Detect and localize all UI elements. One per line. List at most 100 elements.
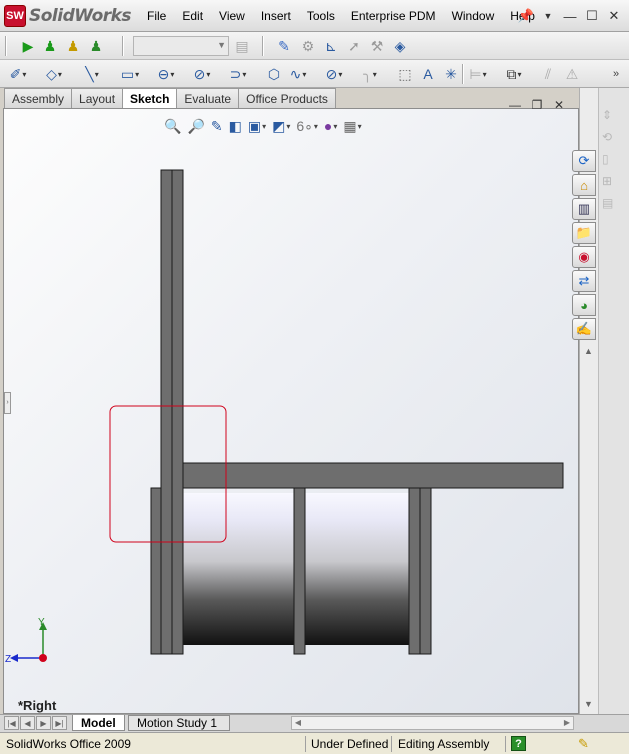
help-icon[interactable]: ? <box>511 736 526 751</box>
ellipse-icon[interactable]: ⊘ ▾ <box>324 64 344 84</box>
circle-icon[interactable]: ⊘ ▾ <box>192 64 212 84</box>
mirror-icon[interactable]: ⊨ ▾ <box>468 64 488 84</box>
right-plate-front[interactable] <box>408 487 421 655</box>
configuration-combo[interactable]: ▼ <box>133 36 229 56</box>
view-palette-icon[interactable]: ⇄ <box>572 270 596 292</box>
spline-icon[interactable]: ∿ ▾ <box>288 64 308 84</box>
assembly-features-icon[interactable]: ⚒ <box>367 36 387 56</box>
previous-tab-icon[interactable]: ◀ <box>20 716 35 730</box>
scroll-up-icon[interactable]: ▲ <box>580 343 597 359</box>
toolbar-separator <box>122 36 124 56</box>
smart-dimension-icon[interactable]: ⊾ <box>321 36 341 56</box>
toolbar-overflow-icon[interactable]: » <box>606 64 626 84</box>
offset-icon[interactable]: ⧉ ▾ <box>504 64 524 84</box>
view-orientation-icon[interactable]: ▣ ▾ <box>246 118 268 135</box>
doc-restore-button[interactable]: ❐ <box>526 96 548 114</box>
zoom-to-area-icon[interactable]: 🔎 <box>185 118 206 135</box>
edit-component-icon[interactable]: ✎ <box>274 36 294 56</box>
menu-file[interactable]: File <box>139 9 174 23</box>
horizontal-scrollbar[interactable]: ◀ ▶ <box>291 716 574 730</box>
toolbar-separator <box>462 64 464 84</box>
solidworks-resources-icon[interactable]: ⟳ <box>572 150 596 172</box>
close-button[interactable]: ✕ <box>603 6 625 26</box>
pencil-icon[interactable]: ✎ <box>578 736 589 752</box>
menu-insert[interactable]: Insert <box>253 9 299 23</box>
vertical-plate-front[interactable] <box>160 169 173 655</box>
arc-icon[interactable]: ⊃ ▾ <box>228 64 248 84</box>
doc-minimize-button[interactable]: — <box>504 96 526 114</box>
model-view[interactable]: Y Z <box>4 109 579 714</box>
next-tab-icon[interactable]: ▶ <box>36 716 51 730</box>
scroll-right-icon[interactable]: ▶ <box>561 717 573 729</box>
sketch-toolbar: ✐ ▾ ◇ ▾ ╲ ▾ ▭ ▾ ⊖ ▾ ⊘ ▾ ⊃ ▾ ⬡ ∿ ▾ ⊘ ▾ ╮ ▾ ⬚ A ✳ ⊨ ▾… <box>0 60 629 88</box>
user-check-icon[interactable]: ♟ <box>86 36 106 56</box>
minimize-button[interactable]: — <box>559 6 581 26</box>
text-icon[interactable]: A <box>418 64 438 84</box>
configuration-icon[interactable]: ▤ <box>232 36 252 56</box>
tab-motion-study-1[interactable]: Motion Study 1 <box>128 715 230 731</box>
first-tab-icon[interactable]: |◀ <box>4 716 19 730</box>
hide-show-items-icon[interactable]: 6∘ ▾ <box>294 118 320 135</box>
user-green-icon[interactable]: ♟ <box>40 36 60 56</box>
heads-up-view-toolbar: 🔍 🔎 ✎ ◧ ▣ ▾ ◩ ▾ 6∘ ▾ ● ▾ ▦ ▾ <box>162 115 364 137</box>
file-explorer-icon[interactable]: 📁 <box>572 222 596 244</box>
status-separator <box>305 736 306 752</box>
construction-geometry-icon[interactable]: ⬚ <box>395 64 415 84</box>
disabled-tool-icon: ▤ <box>602 196 614 210</box>
point-icon[interactable]: ✳ <box>441 64 461 84</box>
mate-icon[interactable]: ⚙ <box>298 36 318 56</box>
design-library-icon[interactable]: ▥ <box>572 198 596 220</box>
menu-window[interactable]: Window <box>444 9 503 23</box>
pin-icon[interactable]: 📌 <box>515 6 537 26</box>
line-icon[interactable]: ╲ ▾ <box>82 64 102 84</box>
zoom-to-fit-icon[interactable]: 🔍 <box>162 118 183 135</box>
rectangle-icon[interactable]: ▭ ▾ <box>120 64 140 84</box>
section-view-icon[interactable]: ◧ <box>227 118 244 135</box>
menu-edit[interactable]: Edit <box>174 9 211 23</box>
green-play-icon[interactable]: ▶ <box>18 36 38 56</box>
chevron-down-icon[interactable]: ▼ <box>537 6 559 26</box>
appearances-icon[interactable]: ◕ <box>572 294 596 316</box>
horizontal-beam[interactable] <box>182 462 564 489</box>
scroll-down-icon[interactable]: ▼ <box>580 696 597 712</box>
sketch-icon[interactable]: ✐ ▾ <box>8 64 28 84</box>
edit-appearance-icon[interactable]: ● ▾ <box>322 118 339 134</box>
tab-assembly[interactable]: Assembly <box>4 88 73 108</box>
tab-sketch[interactable]: Sketch <box>122 88 178 109</box>
trim-icon[interactable]: ⫽ <box>538 64 558 84</box>
search-icon[interactable]: ◉ <box>572 246 596 268</box>
doc-close-button[interactable]: ✕ <box>548 96 570 114</box>
display-style-icon[interactable]: ◩ ▾ <box>270 118 292 135</box>
slot-icon[interactable]: ⊖ ▾ <box>156 64 176 84</box>
tab-model[interactable]: Model <box>72 715 125 731</box>
disabled-tool-icon: ⊞ <box>602 174 613 188</box>
apply-scene-icon[interactable]: ▦ ▾ <box>341 118 363 135</box>
app-logo[interactable]: SW SolidWorks <box>4 4 132 28</box>
tab-evaluate[interactable]: Evaluate <box>176 88 240 108</box>
smart-dimension-icon[interactable]: ◇ ▾ <box>44 64 64 84</box>
relations-icon[interactable]: ⚠ <box>562 64 582 84</box>
previous-view-icon[interactable]: ✎ <box>209 118 225 135</box>
menu-enterprise-pdm[interactable]: Enterprise PDM <box>343 9 444 23</box>
middle-rib[interactable] <box>293 487 306 655</box>
last-tab-icon[interactable]: ▶| <box>52 716 67 730</box>
left-end-plate[interactable] <box>150 487 162 655</box>
move-component-icon[interactable]: ➚ <box>344 36 364 56</box>
status-sketch-state: Under Defined <box>311 737 389 751</box>
user-yellow-icon[interactable]: ♟ <box>63 36 83 56</box>
maximize-button[interactable]: ☐ <box>581 6 603 26</box>
tab-office-products[interactable]: Office Products <box>238 88 336 108</box>
reference-geometry-icon[interactable]: ◈ <box>390 36 410 56</box>
scroll-left-icon[interactable]: ◀ <box>292 717 304 729</box>
polygon-icon[interactable]: ⬡ <box>264 64 284 84</box>
home-icon[interactable]: ⌂ <box>572 174 596 196</box>
menu-view[interactable]: View <box>211 9 253 23</box>
graphics-area[interactable]: Y Z › <box>3 108 579 714</box>
fillet-icon[interactable]: ╮ ▾ <box>360 64 380 84</box>
menu-tools[interactable]: Tools <box>299 9 343 23</box>
custom-properties-icon[interactable]: ✍ <box>572 318 596 340</box>
right-plate-back[interactable] <box>419 487 432 655</box>
tab-layout[interactable]: Layout <box>71 88 124 108</box>
vertical-plate-back[interactable] <box>171 169 184 655</box>
feature-tree-expand-icon[interactable]: › <box>4 392 11 414</box>
